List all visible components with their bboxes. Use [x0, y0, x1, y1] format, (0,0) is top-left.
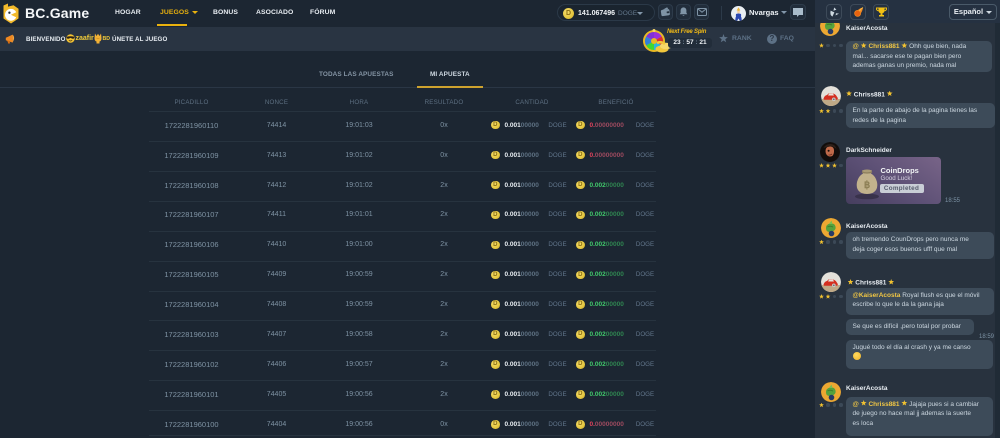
svg-text:฿: ฿ — [863, 180, 869, 191]
